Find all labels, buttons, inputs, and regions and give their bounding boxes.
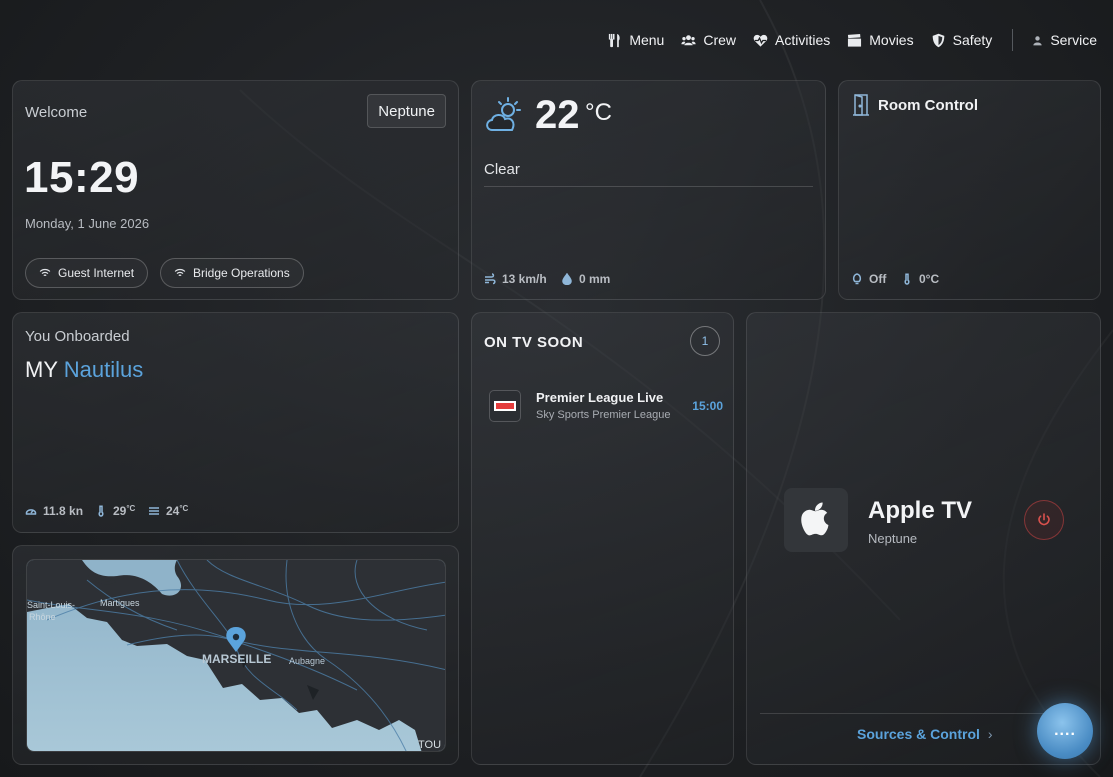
water-temperature-stat: 24°C bbox=[148, 504, 188, 518]
bridge-operations-button[interactable]: Bridge Operations bbox=[160, 258, 304, 288]
people-icon bbox=[681, 34, 696, 45]
program-channel: Sky Sports Premier League bbox=[536, 409, 671, 421]
onboard-label: You Onboarded bbox=[25, 328, 130, 345]
more-options-button[interactable]: .... bbox=[1037, 703, 1093, 759]
shield-icon bbox=[932, 33, 944, 47]
apple-icon bbox=[801, 502, 829, 536]
nav-item-label: Movies bbox=[869, 32, 914, 48]
power-icon bbox=[1038, 513, 1050, 526]
chevron-right-icon: › bbox=[987, 726, 993, 742]
wind-speed: 13 km/h bbox=[502, 272, 547, 286]
wifi-icon bbox=[174, 268, 186, 277]
power-button[interactable] bbox=[1024, 500, 1064, 540]
on-tv-soon-card: ON TV SOON 1 Premier League Live Sky Spo… bbox=[471, 312, 734, 765]
map-label-city: MARSEILLE bbox=[202, 652, 271, 666]
map-label-aubagne: Aubagne bbox=[289, 656, 325, 666]
program-name: Premier League Live bbox=[536, 390, 664, 405]
welcome-label: Welcome bbox=[25, 104, 88, 121]
lightbulb-icon bbox=[852, 273, 862, 285]
room-temperature: 0°C bbox=[919, 272, 940, 286]
welcome-card: Welcome Neptune 15:29 Monday, 1 June 202… bbox=[12, 80, 459, 300]
air-temperature-stat: 29°C bbox=[95, 504, 135, 518]
nav-item-label: Menu bbox=[629, 32, 665, 48]
nav-item-label: Service bbox=[1050, 32, 1097, 48]
program-time: 15:00 bbox=[692, 399, 723, 413]
wind-icon bbox=[485, 273, 496, 285]
clock-time: 15:29 bbox=[24, 153, 140, 202]
light-stat: Off bbox=[851, 272, 886, 286]
waves-icon bbox=[149, 507, 159, 515]
nav-item-crew[interactable]: Crew bbox=[681, 32, 736, 48]
weather-condition: Clear bbox=[484, 161, 520, 178]
onboard-card: You Onboarded MY Nautilus 11.8 kn 29°C 2… bbox=[12, 312, 459, 533]
thermometer-icon bbox=[98, 505, 104, 517]
wifi-icon bbox=[39, 268, 51, 277]
apple-tv-card: Apple TV Neptune Sources & Control › bbox=[746, 312, 1101, 765]
clapperboard-icon bbox=[848, 33, 862, 47]
nav-item-activities[interactable]: Activities bbox=[753, 32, 830, 48]
map-label-rhone: Rhône bbox=[29, 612, 56, 622]
air-temperature: 29°C bbox=[113, 504, 136, 518]
location-map[interactable]: MARSEILLE Aubagne Martigues Saint-Louis-… bbox=[26, 559, 446, 752]
nav-item-service[interactable]: Service bbox=[1032, 32, 1097, 48]
rain-amount: 0 mm bbox=[579, 272, 611, 286]
apple-tv-divider bbox=[760, 713, 1087, 714]
yacht-name: MY Nautilus bbox=[25, 357, 143, 383]
pill-label: Guest Internet bbox=[58, 266, 135, 280]
nav-item-safety[interactable]: Safety bbox=[931, 32, 993, 48]
guest-internet-button[interactable]: Guest Internet bbox=[25, 258, 149, 288]
channel-logo bbox=[489, 390, 521, 422]
cutlery-icon bbox=[609, 33, 620, 47]
wind-stat: 13 km/h bbox=[484, 272, 547, 286]
droplet-icon bbox=[562, 273, 572, 285]
guest-name-button[interactable]: Neptune bbox=[367, 94, 446, 128]
map-label-martigues: Martigues bbox=[100, 598, 140, 608]
room-control-card[interactable]: Room Control Off 0°C bbox=[838, 80, 1101, 300]
apple-tv-logo bbox=[784, 488, 848, 552]
weather-divider bbox=[484, 186, 813, 187]
nav-item-label: Safety bbox=[952, 32, 993, 48]
speedometer-icon bbox=[25, 509, 37, 515]
program-count-badge: 1 bbox=[690, 326, 720, 356]
sources-control-link[interactable]: Sources & Control › bbox=[857, 726, 993, 742]
device-name: Apple TV bbox=[868, 497, 973, 524]
nav-divider bbox=[1012, 29, 1014, 51]
thermometer-icon bbox=[904, 273, 910, 285]
light-status: Off bbox=[869, 272, 887, 286]
on-tv-soon-title: ON TV SOON bbox=[484, 334, 584, 351]
yacht-prefix: MY bbox=[25, 357, 58, 382]
map-label-toulon: TOU bbox=[418, 739, 441, 751]
nav-item-label: Crew bbox=[703, 32, 737, 48]
clock-date: Monday, 1 June 2026 bbox=[25, 216, 150, 231]
nav-item-menu[interactable]: Menu bbox=[607, 32, 664, 48]
weather-card[interactable]: 22 °C Clear 13 km/h 0 mm bbox=[471, 80, 826, 300]
device-room: Neptune bbox=[868, 531, 918, 546]
speed-stat: 11.8 kn bbox=[25, 504, 83, 518]
rain-stat: 0 mm bbox=[561, 272, 610, 286]
room-control-title: Room Control bbox=[878, 97, 978, 114]
sources-label: Sources & Control bbox=[857, 726, 980, 742]
nav-item-movies[interactable]: Movies bbox=[847, 32, 914, 48]
list-item[interactable]: Premier League Live Sky Sports Premier L… bbox=[489, 389, 723, 423]
map-label-saint-louis: Saint-Louis- bbox=[27, 600, 75, 610]
door-icon bbox=[853, 94, 869, 116]
water-temperature: 24°C bbox=[166, 504, 189, 518]
map-card[interactable]: MARSEILLE Aubagne Martigues Saint-Louis-… bbox=[12, 545, 459, 765]
vessel-speed: 11.8 kn bbox=[43, 504, 84, 518]
weather-temperature: 22 bbox=[535, 93, 580, 137]
map-graphic: MARSEILLE Aubagne Martigues Saint-Louis-… bbox=[27, 560, 445, 751]
yacht-title: Nautilus bbox=[63, 357, 144, 382]
person-icon bbox=[1033, 35, 1042, 45]
nav-item-label: Activities bbox=[775, 32, 831, 48]
pill-label: Bridge Operations bbox=[193, 266, 290, 280]
room-temperature-stat: 0°C bbox=[901, 272, 939, 286]
partly-cloudy-icon bbox=[486, 97, 521, 131]
weather-unit: °C bbox=[585, 99, 612, 126]
heartbeat-icon bbox=[753, 34, 768, 47]
top-navigation: Menu Crew Activities Movies Safety Servi… bbox=[590, 28, 1097, 52]
